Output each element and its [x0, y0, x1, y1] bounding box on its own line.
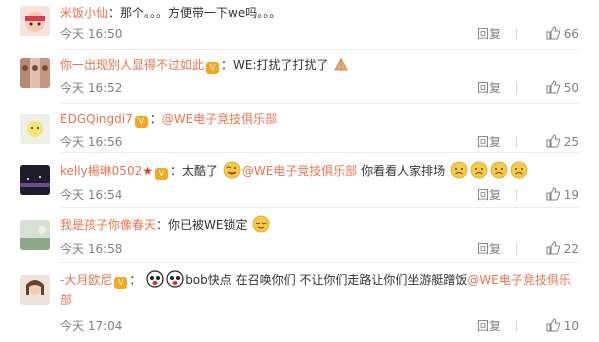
comment-text: 你看看人家排场 [357, 164, 446, 178]
username[interactable]: 米饭小仙 [60, 6, 108, 20]
reply-button[interactable]: 回复 [477, 26, 507, 42]
comment-content: 我是孩子你像春天：你已被WE锁定 [60, 215, 579, 235]
like-count: 66 [563, 27, 579, 41]
avatar[interactable] [20, 58, 50, 88]
vip-badge: V [154, 168, 168, 180]
mention-link[interactable]: @WE电子竞技俱乐部 [162, 112, 277, 126]
sad-face-emoji-icon [470, 161, 488, 179]
row-divider [60, 262, 579, 263]
like-count: 10 [563, 319, 579, 333]
comment-text: ： [129, 273, 142, 287]
timestamp: 今天 16:50 [60, 27, 123, 41]
divider [516, 28, 517, 40]
comment-content: kelly楊琳0502★ V ：太酷了 @WE电子竞技俱乐部 你看看人家排场 [60, 161, 579, 181]
avatar[interactable] [20, 114, 50, 144]
comment-content: 你一出现别人显得不过如此 V ：WE:打扰了打扰了 [60, 55, 579, 75]
vip-badge: V [134, 116, 148, 128]
timestamp: 今天 17:04 [60, 319, 123, 333]
cartoon-character-icon [146, 270, 164, 288]
username[interactable]: EDGQingdi7 [60, 112, 133, 126]
avatar[interactable] [20, 165, 50, 195]
comment-text: ： [149, 112, 162, 126]
pray-hands-icon [334, 57, 349, 71]
divider [516, 82, 517, 94]
thumbs-up-icon [546, 187, 560, 201]
comment-text: bob快点 在召唤你们 不让你们走路让你们坐游艇蹭饭 [185, 273, 468, 287]
reply-button[interactable]: 回复 [477, 134, 507, 150]
like-button[interactable]: 19 [546, 187, 579, 203]
like-button[interactable]: 22 [546, 241, 579, 257]
thumbs-up-icon [546, 26, 560, 40]
comment-text: ：你已被WE锁定 [156, 218, 248, 232]
sad-face-emoji-icon [450, 161, 468, 179]
like-button[interactable]: 50 [546, 80, 579, 96]
reply-button[interactable]: 回复 [477, 187, 507, 203]
like-count: 22 [563, 242, 579, 256]
sad-face-emoji-icon [510, 161, 528, 179]
like-count: 50 [563, 81, 579, 95]
thumbs-up-icon [546, 134, 560, 148]
comment-text: ：WE:打扰了打扰了 [221, 58, 329, 72]
fire-badge: ★ [142, 164, 153, 178]
avatar[interactable] [20, 6, 50, 36]
timestamp: 今天 16:58 [60, 242, 123, 256]
mention-link[interactable]: @WE电子竞技俱乐部 [242, 164, 357, 178]
comment-text: ：那个。。。方便带一下we吗。。。 [108, 6, 282, 20]
divider [516, 243, 517, 255]
username[interactable]: kelly楊琳0502 [60, 164, 142, 178]
timestamp: 今天 16:56 [60, 135, 123, 149]
cartoon-character-icon [166, 270, 184, 288]
thumbs-up-icon [546, 318, 560, 332]
like-button[interactable]: 66 [546, 26, 579, 42]
row-divider [60, 207, 579, 208]
like-count: 25 [563, 135, 579, 149]
divider [516, 320, 517, 332]
wink-tongue-emoji-icon [223, 161, 241, 179]
thumbs-up-icon [546, 80, 560, 94]
username[interactable]: -大月欧尼 [60, 273, 112, 287]
comment-content: 米饭小仙：那个。。。方便带一下we吗。。。 [60, 3, 579, 23]
timestamp: 今天 16:54 [60, 188, 123, 202]
row-divider [60, 152, 579, 153]
reply-button[interactable]: 回复 [477, 80, 507, 96]
row-divider [60, 49, 579, 50]
like-button[interactable]: 25 [546, 134, 579, 150]
avatar[interactable] [20, 220, 50, 250]
avatar[interactable] [20, 275, 50, 305]
reply-button[interactable]: 回复 [477, 241, 507, 257]
like-button[interactable]: 10 [546, 318, 579, 334]
username[interactable]: 我是孩子你像春天 [60, 218, 156, 232]
comment-content: EDGQingdi7 V ：@WE电子竞技俱乐部 [60, 109, 579, 129]
sad-face-emoji-icon [490, 161, 508, 179]
comment-content: -大月欧尼 V： bob快点 在召唤你们 不让你们走路让你们坐游艇蹭饭@WE电子竞… [60, 270, 579, 310]
relieved-face-emoji-icon [252, 215, 270, 233]
timestamp: 今天 16:52 [60, 81, 123, 95]
row-divider [60, 103, 579, 104]
like-count: 19 [563, 188, 579, 202]
divider [516, 136, 517, 148]
comment-text: ：太酷了 [169, 164, 218, 178]
vip-badge: V [114, 277, 128, 289]
vip-badge: V [206, 62, 220, 74]
reply-button[interactable]: 回复 [477, 318, 507, 334]
divider [516, 189, 517, 201]
thumbs-up-icon [546, 241, 560, 255]
username[interactable]: 你一出现别人显得不过如此 [60, 58, 204, 72]
